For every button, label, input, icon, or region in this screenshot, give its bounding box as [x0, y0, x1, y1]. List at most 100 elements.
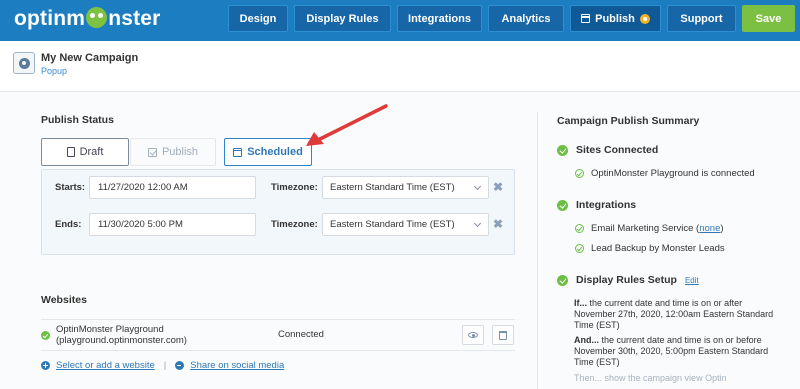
logo-text-right: nster	[108, 7, 161, 30]
email-service-none-link[interactable]: none	[699, 223, 720, 234]
status-scheduled-label: Scheduled	[247, 146, 303, 158]
chevron-down-icon	[473, 219, 482, 228]
share-icon	[175, 361, 185, 370]
nav-support-label: Support	[680, 12, 723, 25]
check-outline-icon	[575, 224, 584, 233]
integrations-heading: Integrations	[557, 199, 636, 211]
rule-if-text: If... the current date and time is on or…	[574, 298, 784, 331]
monster-mascot-icon	[86, 7, 108, 28]
display-rules-heading: Display Rules Setup Edit	[557, 274, 699, 286]
nav-publish-label: Publish	[595, 12, 635, 25]
nav-design-button[interactable]: Design	[228, 5, 288, 32]
status-draft-button[interactable]: Draft	[41, 138, 129, 166]
save-label: Save	[755, 12, 782, 25]
integrations-label: Integrations	[576, 199, 637, 211]
publish-content-area: Publish Status Draft Publish Scheduled S…	[0, 92, 800, 389]
check-circle-icon	[557, 199, 568, 211]
logo-text-left: optinm	[14, 7, 86, 30]
calendar-icon	[233, 147, 243, 157]
remove-start-close-icon[interactable]: ✖	[493, 180, 503, 194]
status-scheduled-button[interactable]: Scheduled	[224, 138, 312, 166]
save-button[interactable]: Save	[742, 5, 795, 32]
end-timezone-value: Eastern Standard Time (EST)	[330, 219, 455, 230]
top-navigation-bar: optinm nster Design Display Rules Integra…	[0, 0, 800, 41]
preview-button[interactable]	[462, 325, 484, 345]
rule-and-text: And... the current date and time is on o…	[574, 335, 784, 368]
nav-integrations-label: Integrations	[408, 12, 471, 25]
site-connected-item: OptinMonster Playground is connected	[575, 168, 755, 179]
sites-connected-heading: Sites Connected	[557, 144, 658, 156]
remove-end-close-icon[interactable]: ✖	[493, 217, 503, 231]
check-outline-icon	[575, 169, 584, 178]
rule-and-lead: And...	[574, 335, 599, 345]
eye-icon	[468, 332, 478, 338]
email-service-item: Email Marketing Service (none)	[575, 223, 724, 234]
connected-check-icon	[41, 331, 50, 340]
check-circle-icon	[557, 144, 568, 156]
optinmonster-logo[interactable]: optinm nster	[14, 7, 161, 31]
email-service-suffix: )	[720, 223, 724, 234]
rule-and-body: the current date and time is on or befor…	[574, 335, 769, 367]
display-rules-label: Display Rules Setup	[576, 274, 677, 286]
start-timezone-select[interactable]: Eastern Standard Time (EST)	[322, 176, 489, 199]
website-status: Connected	[278, 329, 324, 340]
summary-title: Campaign Publish Summary	[557, 115, 700, 127]
publish-status-title: Publish Status	[41, 114, 114, 126]
rule-then-text: Then... show the campaign view Optin	[574, 373, 727, 383]
website-row: OptinMonster Playground (playground.opti…	[41, 319, 515, 351]
rule-if-lead: If...	[574, 298, 587, 308]
campaign-header: My New Campaign Popup	[0, 41, 800, 92]
site-connected-text: OptinMonster Playground is connected	[591, 168, 755, 179]
delete-button[interactable]	[492, 325, 514, 345]
select-website-link[interactable]: Select or add a website	[56, 360, 155, 371]
start-date-input[interactable]: 11/27/2020 12:00 AM	[89, 176, 256, 199]
panel-divider	[537, 112, 538, 389]
checkbox-icon	[147, 147, 157, 157]
end-date-input[interactable]: 11/30/2020 5:00 PM	[89, 213, 256, 236]
document-icon	[66, 147, 75, 157]
campaign-type: Popup	[41, 66, 68, 76]
plus-circle-icon	[41, 361, 50, 370]
ends-label: Ends:	[55, 219, 82, 230]
website-domain: (playground.optinmonster.com)	[56, 335, 187, 346]
schedule-panel: Starts: 11/27/2020 12:00 AM Timezone: Ea…	[41, 169, 515, 255]
campaign-settings-button[interactable]	[13, 52, 35, 74]
link-separator: |	[163, 360, 167, 371]
website-links: Select or add a website | Share on socia…	[41, 360, 284, 371]
gear-icon	[18, 57, 30, 69]
sites-connected-label: Sites Connected	[576, 144, 659, 156]
nav-display-rules-button[interactable]: Display Rules	[294, 5, 391, 32]
email-service-prefix: Email Marketing Service (	[591, 223, 700, 234]
websites-title: Websites	[41, 294, 87, 306]
nav-analytics-label: Analytics	[501, 12, 551, 25]
check-outline-icon	[575, 244, 584, 253]
nav-publish-button[interactable]: Publish	[570, 5, 661, 32]
publish-status-badge-icon	[639, 13, 650, 24]
end-timezone-select[interactable]: Eastern Standard Time (EST)	[322, 213, 489, 236]
email-service-text: Email Marketing Service (none)	[591, 223, 724, 234]
nav-design-label: Design	[239, 12, 277, 25]
start-timezone-value: Eastern Standard Time (EST)	[330, 182, 455, 193]
rule-if-body: the current date and time is on or after…	[574, 298, 774, 330]
campaign-title[interactable]: My New Campaign	[41, 52, 138, 64]
nav-support-button[interactable]: Support	[667, 5, 736, 32]
nav-display-rules-label: Display Rules	[306, 12, 379, 25]
check-circle-icon	[557, 274, 568, 286]
lead-backup-item: Lead Backup by Monster Leads	[575, 243, 725, 254]
status-draft-label: Draft	[79, 146, 104, 158]
starts-label: Starts:	[55, 182, 86, 193]
website-title: OptinMonster Playground	[56, 324, 164, 335]
website-name: OptinMonster Playground (playground.opti…	[56, 324, 187, 346]
trash-icon	[499, 330, 507, 340]
start-timezone-label: Timezone:	[271, 182, 318, 193]
nav-integrations-button[interactable]: Integrations	[397, 5, 482, 32]
lead-backup-text: Lead Backup by Monster Leads	[591, 243, 725, 254]
nav-analytics-button[interactable]: Analytics	[488, 5, 564, 32]
end-timezone-label: Timezone:	[271, 219, 318, 230]
status-publish-button[interactable]: Publish	[130, 138, 216, 166]
share-social-link[interactable]: Share on social media	[190, 360, 284, 371]
calendar-icon	[581, 14, 591, 23]
status-publish-label: Publish	[161, 146, 199, 158]
chevron-down-icon	[473, 182, 482, 191]
edit-display-rules-link[interactable]: Edit	[685, 276, 699, 285]
